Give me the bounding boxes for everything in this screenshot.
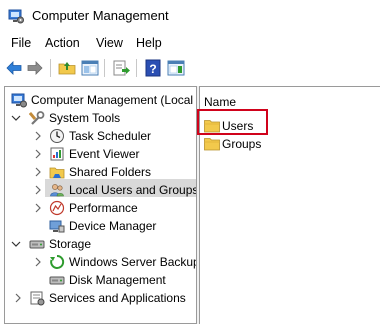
show-hide-action-pane-icon[interactable]: [166, 58, 186, 78]
device-manager-icon: [49, 220, 65, 233]
tree-item-windows-server-backup[interactable]: Windows Server Backup: [5, 253, 196, 271]
performance-icon: [49, 200, 65, 216]
chevron-down-icon[interactable]: [11, 238, 21, 250]
tree-item-system-tools[interactable]: System Tools: [5, 109, 196, 127]
tree-item-disk-management[interactable]: Disk Management: [5, 271, 196, 289]
tools-icon: [29, 111, 45, 125]
menu-action[interactable]: Action: [45, 36, 80, 50]
toolbar-separator: [136, 59, 137, 77]
backup-icon: [50, 254, 65, 269]
tree-label: Performance: [69, 201, 138, 215]
chevron-right-icon[interactable]: [33, 130, 43, 142]
chevron-right-icon[interactable]: [33, 202, 43, 214]
tree-item-local-users-groups[interactable]: Local Users and Groups: [5, 181, 196, 199]
shared-folder-icon: [49, 167, 65, 179]
tree-label: Storage: [49, 237, 92, 251]
chevron-down-icon[interactable]: [11, 112, 21, 124]
tree-item-services-applications[interactable]: Services and Applications: [5, 289, 196, 307]
tree-label: Windows Server Backup: [69, 255, 196, 269]
chevron-right-icon[interactable]: [33, 256, 43, 268]
tree-label: Shared Folders: [69, 165, 152, 179]
storage-icon: [29, 240, 45, 249]
svg-text:?: ?: [149, 62, 156, 76]
toolbar-separator: [104, 59, 105, 77]
tree-item-task-scheduler[interactable]: Task Scheduler: [5, 127, 196, 145]
menu-bar: File Action View Help: [0, 32, 380, 54]
toolbar-separator: [50, 59, 51, 77]
menu-view[interactable]: View: [96, 36, 123, 50]
window-title: Computer Management: [32, 8, 169, 23]
menu-file[interactable]: File: [11, 36, 31, 50]
tree-item-computer-management[interactable]: Computer Management (Local: [5, 91, 196, 109]
chevron-right-icon[interactable]: [33, 184, 43, 196]
column-header-name[interactable]: Name: [204, 95, 236, 109]
folder-icon: [204, 138, 220, 151]
annotation-highlight-box: [197, 109, 268, 135]
chevron-right-icon[interactable]: [33, 148, 43, 160]
disk-icon: [49, 276, 65, 285]
title-bar: Computer Management: [0, 0, 380, 32]
help-icon[interactable]: ?: [143, 58, 163, 78]
tree-label: Task Scheduler: [69, 129, 152, 143]
chevron-right-icon[interactable]: [33, 166, 43, 178]
computer-management-icon: [11, 93, 27, 108]
event-viewer-icon: [50, 147, 64, 161]
tree-label: Disk Management: [69, 273, 166, 287]
list-item-label: Groups: [222, 137, 262, 151]
back-icon[interactable]: [4, 58, 24, 78]
clock-icon: [50, 129, 64, 143]
toolbar: ?: [0, 54, 380, 82]
tree-item-event-viewer[interactable]: Event Viewer: [5, 145, 196, 163]
up-folder-icon[interactable]: [57, 58, 77, 78]
list-item-groups[interactable]: Groups: [204, 135, 274, 153]
tree-label: Computer Management (Local: [31, 93, 194, 107]
tree-label: Local Users and Groups: [69, 183, 196, 197]
show-hide-tree-icon[interactable]: [80, 58, 100, 78]
tree-item-performance[interactable]: Performance: [5, 199, 196, 217]
tree-item-shared-folders[interactable]: Shared Folders: [5, 163, 196, 181]
console-tree-pane: Computer Management (Local System Tools …: [4, 86, 196, 324]
chevron-right-icon[interactable]: [13, 292, 23, 304]
forward-icon[interactable]: [25, 58, 45, 78]
computer-management-icon: [8, 9, 24, 24]
menu-help[interactable]: Help: [136, 36, 162, 50]
tree-label: Services and Applications: [49, 291, 186, 305]
tree-item-storage[interactable]: Storage: [5, 235, 196, 253]
tree-item-device-manager[interactable]: Device Manager: [5, 217, 196, 235]
users-icon: [50, 184, 64, 197]
tree-label: System Tools: [49, 111, 121, 125]
services-icon: [30, 291, 45, 306]
export-list-icon[interactable]: [111, 58, 131, 78]
tree-label: Event Viewer: [69, 147, 140, 161]
tree-label: Device Manager: [69, 219, 157, 233]
